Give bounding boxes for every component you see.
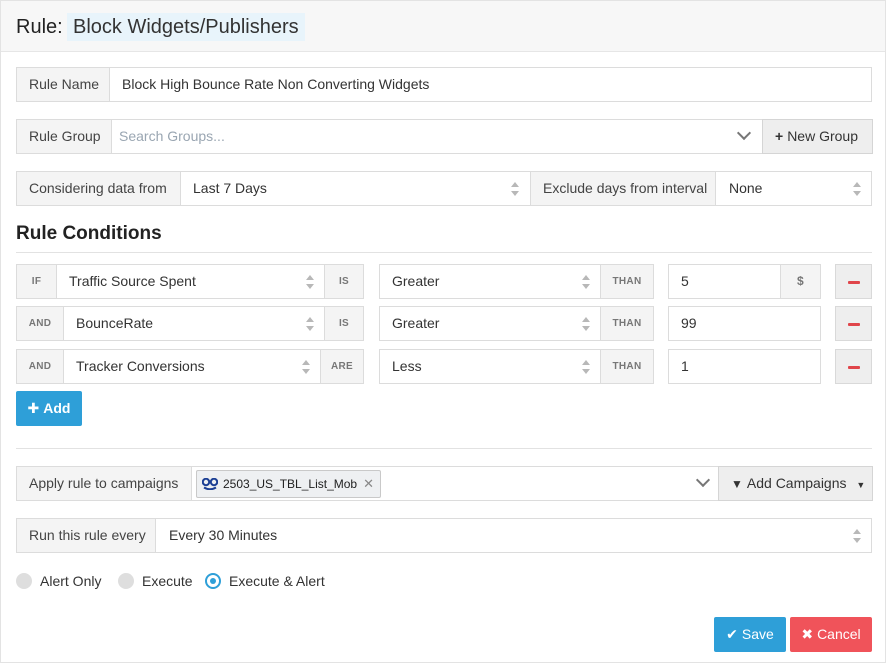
radio-execute-alert[interactable] [205,573,221,589]
chevron-down-icon[interactable] [736,125,752,141]
filter-icon: ▼ [731,477,743,491]
condition-value: 5 [681,273,689,289]
add-condition-button[interactable]: ✚ Add [16,391,82,426]
condition-metric-value: BounceRate [76,315,154,331]
rule-type-badge: Block Widgets/Publishers [67,13,305,41]
minus-icon [848,281,860,284]
radio-execute-alert-label: Execute & Alert [229,573,325,589]
close-icon[interactable]: ✕ [363,476,374,491]
condition-metric-select[interactable]: Tracker Conversions [63,349,321,384]
save-label: Save [741,626,774,642]
rule-name-row: Rule Name Block High Bounce Rate Non Con… [16,67,872,102]
condition-metric-select[interactable]: BounceRate [63,306,325,341]
condition-value: 99 [681,315,697,331]
section-divider [16,448,872,449]
select-updown-icon [582,275,590,289]
condition-than: THAN [600,306,654,341]
rule-group-row: Rule Group Search Groups... + New Group [16,119,873,154]
condition-value: 1 [681,358,689,374]
condition-than: THAN [600,349,654,384]
radio-execute-label: Execute [142,573,193,589]
chevron-down-icon[interactable] [695,472,711,488]
select-updown-icon [511,182,519,196]
save-button[interactable]: ✔ Save [714,617,786,652]
rule-group-label: Rule Group [17,120,112,153]
condition-metric-value: Tracker Conversions [76,358,205,374]
rule-editor-panel: Rule: Block Widgets/Publishers Rule Name… [0,0,886,663]
condition-prefix: IF [16,264,57,299]
group-search-input[interactable]: Search Groups... [119,120,225,153]
plus-icon: ✚ [27,400,40,416]
cancel-label: Cancel [817,626,861,642]
cancel-button[interactable]: ✖ Cancel [790,617,872,652]
considering-data-label: Considering data from [17,172,181,205]
select-updown-icon [853,529,861,543]
minus-icon [848,366,860,369]
taboola-logo-icon [202,478,218,490]
caret-down-icon: ▼ [856,480,866,490]
campaigns-label: Apply rule to campaigns [17,467,192,500]
rule-header: Rule: Block Widgets/Publishers [1,1,885,52]
check-icon: ✔ [726,626,738,642]
rule-name-input[interactable]: Block High Bounce Rate Non Converting Wi… [122,68,429,101]
remove-condition-button[interactable] [835,264,872,299]
select-updown-icon [302,360,310,374]
radio-alert-only[interactable] [16,573,32,589]
minus-icon [848,323,860,326]
remove-condition-button[interactable] [835,306,872,341]
condition-operator-select[interactable]: Greater [379,264,601,299]
section-divider [16,252,872,253]
rule-conditions-title: Rule Conditions [16,223,162,244]
rule-name-label: Rule Name [17,68,110,101]
condition-value-input[interactable]: 99 [668,306,821,341]
condition-metric-select[interactable]: Traffic Source Spent [56,264,325,299]
condition-value-input[interactable]: 5 [668,264,781,299]
close-icon: ✖ [801,626,814,642]
condition-verb: ARE [320,349,364,384]
select-updown-icon [306,275,314,289]
campaigns-row: Apply rule to campaigns 2503_US_TBL_List… [16,466,873,501]
add-campaigns-button[interactable]: ▼ Add Campaigns ▼ [718,466,873,501]
data-range-select[interactable]: Last 7 Days [193,172,267,205]
rule-label: Rule: [16,16,63,38]
campaign-chip[interactable]: 2503_US_TBL_List_Mob ✕ [196,470,381,498]
condition-than: THAN [600,264,654,299]
schedule-row: Run this rule every Every 30 Minutes [16,518,872,553]
condition-operator-select[interactable]: Greater [379,306,601,341]
data-range-row: Considering data from Last 7 Days Exclud… [16,171,872,206]
condition-operator-value: Greater [392,315,440,331]
condition-prefix: AND [16,306,64,341]
condition-metric-value: Traffic Source Spent [69,273,196,289]
condition-operator-value: Greater [392,273,440,289]
campaign-chip-label: 2503_US_TBL_List_Mob [223,477,358,491]
condition-verb: IS [324,264,364,299]
new-group-button[interactable]: + New Group [762,119,873,154]
condition-operator-value: Less [392,358,422,374]
condition-prefix: AND [16,349,64,384]
exclude-days-select[interactable]: None [729,172,762,205]
exclude-days-label: Exclude days from interval [530,172,716,205]
select-updown-icon [306,317,314,331]
condition-operator-select[interactable]: Less [379,349,601,384]
schedule-select[interactable]: Every 30 Minutes [169,519,277,552]
select-updown-icon [582,317,590,331]
new-group-label: New Group [787,128,858,144]
schedule-label: Run this rule every [17,519,156,552]
select-updown-icon [853,182,861,196]
plus-icon: + [775,128,784,144]
select-updown-icon [582,360,590,374]
condition-verb: IS [324,306,364,341]
condition-unit: $ [780,264,821,299]
remove-condition-button[interactable] [835,349,872,384]
radio-execute[interactable] [118,573,134,589]
add-condition-label: Add [43,400,71,416]
radio-alert-only-label: Alert Only [40,573,102,589]
add-campaigns-label: Add Campaigns [746,475,847,491]
condition-value-input[interactable]: 1 [668,349,821,384]
